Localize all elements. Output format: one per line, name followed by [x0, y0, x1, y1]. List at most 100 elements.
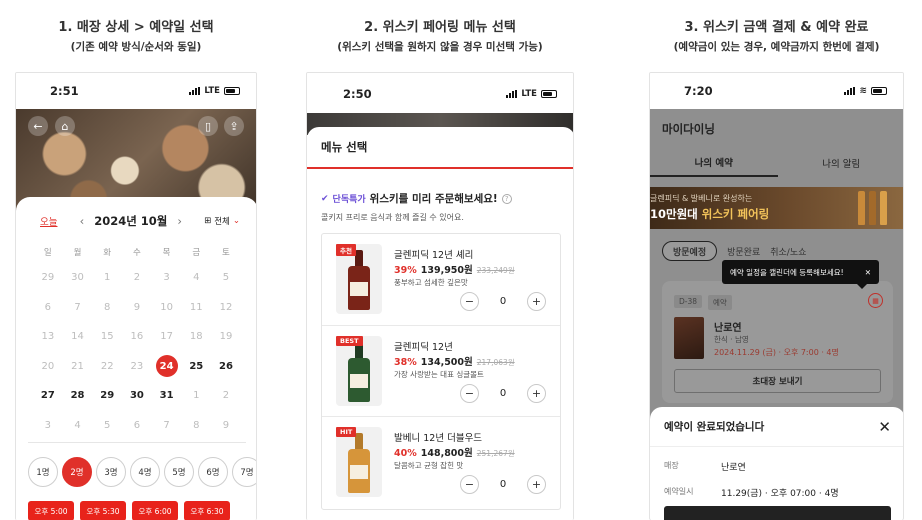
step-1-header: 1. 매장 상세 > 예약일 선택 (기존 예약 방식/순서와 동일): [15, 16, 257, 54]
quantity-value: 0: [499, 479, 507, 490]
calendar-day[interactable]: 26: [211, 352, 241, 382]
filter-visited[interactable]: 방문완료: [727, 241, 760, 261]
calendar-day: 23: [130, 360, 144, 372]
sheet-title: 메뉴 선택: [307, 127, 573, 169]
item-price-row: 39% 139,950원 233,249원: [394, 262, 515, 276]
filter-cancelled[interactable]: 취소/노쇼: [770, 241, 806, 261]
calendar-day: 1: [193, 390, 200, 402]
party-size-option[interactable]: 6명: [198, 457, 228, 487]
increase-button[interactable]: +: [527, 292, 546, 311]
home-icon[interactable]: ⌂: [55, 116, 75, 136]
promo-banner[interactable]: 글렌피딕 & 발베니로 완성하는 10만원대 위스키 페어링: [650, 187, 903, 229]
whisky-item: 추천 글렌피딕 12년 셰리 39% 139,950원 233,249원 풍부하…: [322, 234, 560, 326]
whisky-bottles-image: [858, 191, 887, 225]
tooltip-close-icon[interactable]: ✕: [865, 268, 871, 277]
item-tag: BEST: [336, 335, 363, 346]
discount-percent: 39%: [394, 265, 417, 276]
step-title: 1. 매장 상세 > 예약일 선택: [58, 20, 214, 35]
filter-upcoming[interactable]: 방문예정: [662, 241, 718, 261]
confirm-button[interactable]: [664, 506, 891, 520]
sale-price: 134,500원: [420, 356, 473, 368]
promo-title: 위스키를 미리 주문해보세요!: [369, 193, 498, 205]
tab-my-reservations[interactable]: 나의 예약: [650, 149, 778, 177]
sheet-header: 예약이 완료되었습니다 ✕: [650, 407, 903, 447]
calendar-day: 3: [163, 272, 170, 284]
time-slot[interactable]: 오후 5:00: [28, 501, 74, 520]
today-button[interactable]: 오늘: [40, 214, 57, 228]
close-icon[interactable]: ✕: [878, 418, 891, 436]
sale-price: 139,950원: [420, 265, 473, 276]
share-icon[interactable]: ⇪: [224, 116, 244, 136]
tab-my-notifications[interactable]: 나의 알림: [778, 149, 904, 177]
decrease-button[interactable]: −: [460, 292, 479, 311]
calendar-day-selected[interactable]: 24: [152, 352, 182, 382]
help-icon[interactable]: ?: [501, 193, 512, 204]
calendar-day[interactable]: 30: [122, 381, 152, 411]
decrease-button[interactable]: −: [460, 475, 479, 494]
banner-price-range: 10만원대: [650, 207, 698, 221]
back-icon[interactable]: ←: [28, 116, 48, 136]
month-label: 2024년 10월: [94, 214, 168, 228]
party-size-option[interactable]: 4명: [130, 457, 160, 487]
calendar-day: 8: [193, 419, 200, 431]
next-month-button[interactable]: ›: [177, 214, 182, 228]
time-slot[interactable]: 오후 6:30: [184, 501, 230, 520]
reservation-card[interactable]: D-38 예약 ▦ 난로연 한식 · 남영 2024.11.29 (금) · 오…: [662, 281, 893, 403]
calendar-day: 15: [100, 331, 114, 343]
original-price: 217,063원: [476, 357, 515, 367]
step-subtitle: (위스키 선택을 원하지 않을 경우 미선택 가능): [337, 41, 543, 53]
calendar-day: 4: [74, 419, 81, 431]
calendar-day: 2: [133, 272, 141, 284]
party-size-option-selected[interactable]: 2명: [62, 457, 92, 487]
increase-button[interactable]: +: [527, 475, 546, 494]
party-size-option[interactable]: 1명: [28, 457, 58, 487]
time-slot[interactable]: 오후 5:30: [80, 501, 126, 520]
calendar-day: 18: [189, 331, 203, 343]
status-bar: 7:20 ≋: [650, 73, 903, 109]
calendar-add-icon[interactable]: ▦: [868, 293, 883, 308]
calendar-day: 12: [219, 301, 233, 313]
tooltip-text: 예약 일정을 캘린더에 등록해보세요!: [730, 267, 844, 277]
party-size-option[interactable]: 7명: [232, 457, 256, 487]
status-bar: 2:50 LTE: [307, 73, 573, 115]
promo-heading: ✔ 단독특가 위스키를 미리 주문해보세요! ?: [307, 169, 573, 206]
calendar-day[interactable]: 27: [33, 381, 63, 411]
time-slot[interactable]: 오후 6:00: [132, 501, 178, 520]
verified-badge-icon: ✔: [321, 193, 329, 204]
item-tag: HIT: [336, 427, 357, 437]
calendar-day: 7: [74, 301, 81, 313]
increase-button[interactable]: +: [527, 383, 546, 403]
detail-value: 난로연: [721, 463, 746, 473]
filter-dropdown[interactable]: ⊞ 전체 ⌄: [204, 215, 240, 227]
step-subtitle: (예약금이 있는 경우, 예약금까지 한번에 결제): [673, 41, 880, 53]
item-description: 달콤하고 균형 잡힌 맛: [394, 461, 464, 470]
calendar-day[interactable]: 29: [92, 381, 122, 411]
sale-price: 148,800원: [420, 448, 473, 459]
party-size-selector: 1명 2명 3명 4명 5명 6명 7명: [28, 457, 256, 487]
whisky-item: BEST 글렌피딕 12년 38% 134,500원 217,063원 가장 사…: [322, 326, 560, 417]
bookmark-icon[interactable]: ▯: [198, 116, 218, 136]
calendar-day[interactable]: 25: [181, 352, 211, 382]
status-bar: 2:51 LTE: [16, 73, 256, 109]
prev-month-button[interactable]: ‹: [80, 214, 85, 228]
calendar-day: 5: [222, 272, 230, 284]
step-3-header: 3. 위스키 금액 결제 & 예약 완료 (예약금이 있는 경우, 예약금까지 …: [634, 16, 919, 54]
calendar-grid: 일 월 화 수 목 금 토 29 30 1 2 3 4 5 6 7 8 9 10…: [33, 241, 256, 440]
phone-screen-date-select: 2:51 LTE ← ⌂ ▯ ⇪ 오늘 ‹ 2024년 10월 › ⊞ 전체 ⌄: [15, 72, 257, 520]
weekday-label: 월: [73, 248, 82, 258]
weekday-label: 금: [192, 248, 201, 258]
calendar-day: 17: [160, 331, 173, 343]
send-invitation-button[interactable]: 초대장 보내기: [674, 369, 881, 393]
chevron-down-icon: ⌄: [232, 216, 240, 226]
party-size-option[interactable]: 5명: [164, 457, 194, 487]
battery-icon: [871, 87, 887, 95]
calendar-day: 21: [71, 360, 84, 372]
item-price-row: 40% 148,800원 251,267원: [394, 445, 515, 459]
calendar-day[interactable]: 31: [152, 381, 182, 411]
whisky-bottle-image: [336, 427, 382, 497]
item-price-row: 38% 134,500원 217,063원: [394, 354, 515, 368]
party-size-option[interactable]: 3명: [96, 457, 126, 487]
decrease-button[interactable]: −: [460, 383, 479, 403]
calendar-day: 4: [193, 272, 200, 284]
calendar-day[interactable]: 28: [63, 381, 93, 411]
